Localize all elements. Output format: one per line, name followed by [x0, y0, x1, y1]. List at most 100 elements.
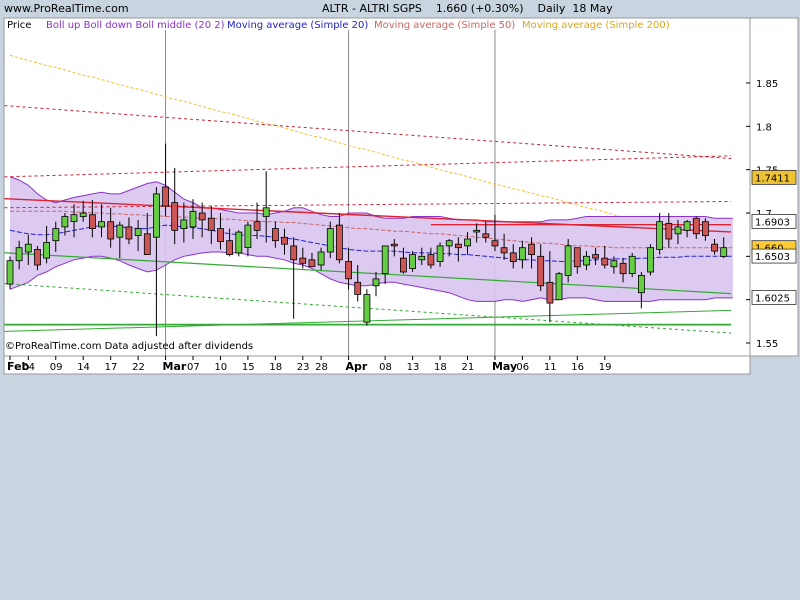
candle-body — [299, 257, 307, 264]
candle-body — [647, 247, 654, 273]
candle-body — [125, 226, 133, 240]
candle-body — [335, 224, 343, 261]
footer-copyright: ©ProRealTime.com Data adjusted after div… — [5, 341, 253, 352]
date-label: 06 — [516, 362, 529, 373]
candle-body — [61, 216, 69, 228]
price-tick-label: 1.55 — [756, 339, 778, 350]
date-label: 21 — [462, 362, 475, 373]
month-label: May — [492, 360, 517, 373]
candle-body — [290, 245, 298, 261]
candle-body — [317, 251, 325, 266]
candle-body — [79, 212, 87, 217]
candle-body — [528, 243, 535, 255]
candle-body — [509, 252, 517, 262]
candle-body — [564, 245, 572, 276]
legend-ma50: Moving average (Simple 50) — [374, 20, 515, 31]
price-tick-label: 1.8 — [756, 122, 772, 133]
site-label[interactable]: www.ProRealTime.com — [4, 2, 129, 15]
candle-body — [24, 243, 32, 253]
date-label: 14 — [77, 362, 90, 373]
candle-body — [546, 281, 554, 304]
candle-body — [253, 221, 261, 231]
candle-body — [683, 221, 691, 231]
price-tick-label: 1.85 — [756, 79, 778, 90]
date-label: 09 — [50, 362, 63, 373]
date-label: 16 — [571, 362, 584, 373]
price-badge-label: 1.6503 — [755, 252, 790, 263]
date-label: 17 — [105, 362, 118, 373]
candle-body — [445, 240, 453, 247]
candle-body — [143, 233, 151, 256]
candle-body — [409, 254, 417, 269]
candle-body — [702, 221, 709, 236]
candle-body — [308, 259, 316, 268]
candle-body — [500, 247, 508, 254]
candle-body — [656, 221, 663, 250]
candle-body — [592, 254, 599, 259]
legend-ma200: Moving average (Simple 200) — [522, 20, 670, 31]
candle-body — [610, 260, 618, 268]
candle-body — [720, 247, 728, 257]
candle-body — [628, 255, 636, 274]
candle-body — [711, 243, 718, 252]
legend-ma20: Moving average (Simple 20) — [227, 20, 368, 31]
price-badge-label: 1.6025 — [755, 294, 790, 305]
candle-body — [537, 255, 545, 287]
date-label: 04 — [22, 362, 35, 373]
candle-body — [665, 222, 673, 240]
candle-body — [244, 224, 252, 249]
candle-body — [436, 245, 444, 262]
candle-body — [15, 247, 23, 262]
plot-area[interactable] — [3, 17, 751, 357]
candle-body — [271, 228, 279, 242]
candle-body — [638, 274, 645, 294]
candle-body — [180, 219, 188, 229]
candle-body — [692, 217, 700, 235]
candle-body — [326, 228, 334, 253]
candle-body — [89, 214, 96, 229]
date-label: 11 — [544, 362, 557, 373]
stock-chart: 1.851.81.751.71.651.61.55 1.74111.69031.… — [0, 0, 800, 600]
candle-body — [217, 228, 224, 243]
candle-body — [70, 214, 78, 222]
candle-body — [134, 228, 142, 236]
candle-body — [427, 254, 435, 266]
candle-body — [6, 260, 14, 285]
date-label: 18 — [434, 362, 447, 373]
date-label: 07 — [187, 362, 200, 373]
candle-body — [198, 212, 206, 221]
candle-body — [519, 247, 526, 261]
price-badge-label: 1.6903 — [755, 217, 790, 228]
legend-bollinger: Boll up Boll down Boll middle (20 2) — [46, 20, 225, 31]
candle-body — [464, 238, 471, 247]
candle-body — [107, 221, 115, 240]
date-label: 15 — [242, 362, 255, 373]
candle-body — [619, 262, 627, 275]
legend-price: Price — [7, 20, 31, 31]
date-label: 18 — [269, 362, 282, 373]
date-label: 23 — [297, 362, 310, 373]
candle-body — [262, 207, 270, 217]
candle-body — [473, 229, 481, 233]
candle-body — [491, 240, 499, 247]
candle-body — [674, 226, 682, 235]
candle-body — [583, 255, 590, 266]
candle-body — [162, 186, 170, 207]
date-label: 22 — [132, 362, 145, 373]
candle-body — [399, 257, 407, 273]
candle-body — [281, 236, 288, 245]
candle-body — [235, 231, 243, 254]
chart-title: ALTR - ALTRI SGPS 1.660 (+0.30%) Daily 1… — [322, 2, 613, 15]
candle-body — [207, 217, 215, 231]
month-label: Mar — [163, 360, 187, 373]
candle-body — [189, 210, 197, 228]
candle-body — [226, 240, 234, 255]
candle-body — [363, 294, 371, 323]
candle-body — [116, 224, 124, 238]
candle-body — [573, 247, 581, 268]
candle-body — [390, 243, 398, 247]
date-label: 08 — [379, 362, 392, 373]
candle-body — [372, 278, 380, 287]
candle-body — [354, 281, 362, 295]
date-label: 19 — [599, 362, 612, 373]
